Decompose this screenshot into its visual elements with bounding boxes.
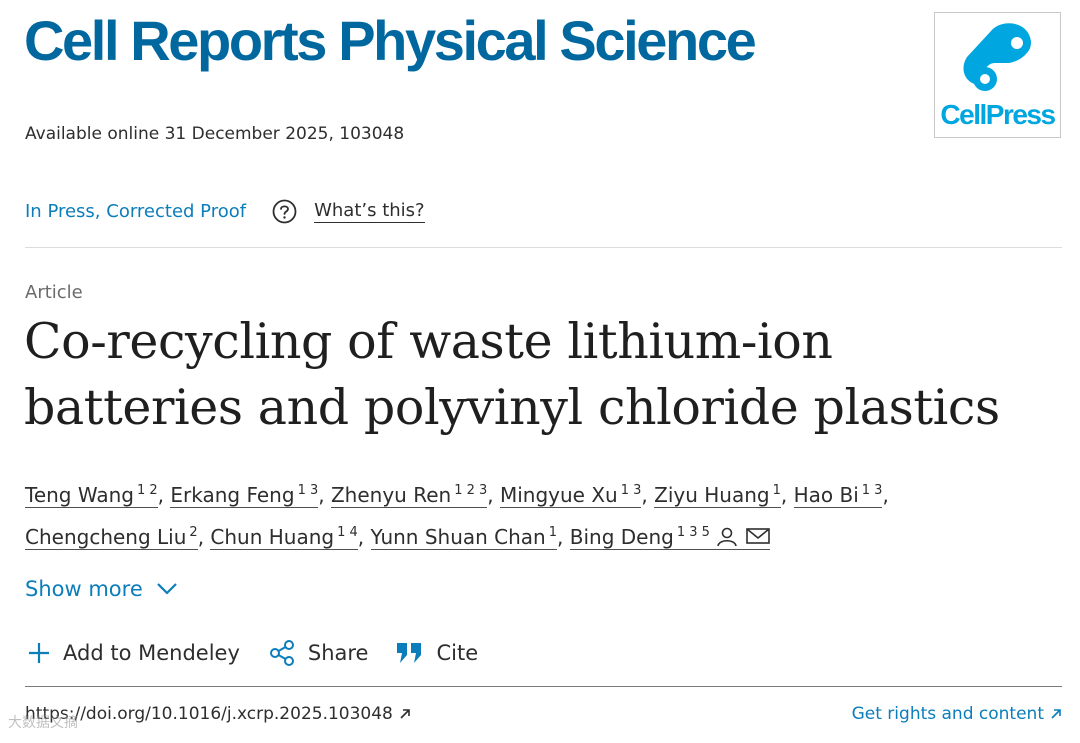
header-divider: [25, 247, 1062, 248]
cellpress-wordmark: CellPress: [940, 99, 1056, 130]
author-link[interactable]: Chengcheng Liu 2: [25, 525, 198, 550]
plus-icon: [29, 643, 49, 663]
article-title: Co-recycling of waste lithium-ion batter…: [24, 313, 1000, 436]
mendeley-label: Add to Mendeley: [63, 641, 240, 665]
question-circle-icon[interactable]: [272, 199, 297, 224]
author-link[interactable]: Mingyue Xu 1 3: [499, 483, 642, 508]
author-link[interactable]: Erkang Feng 1 3: [170, 483, 319, 508]
add-to-mendeley-button[interactable]: Add to Mendeley: [27, 641, 240, 665]
author-link[interactable]: Hao Bi 1 3: [793, 483, 883, 508]
envelope-icon: [746, 528, 770, 544]
quote-icon: [397, 643, 422, 663]
cellpress-logo[interactable]: CellPress: [934, 12, 1061, 138]
share-label: Share: [307, 641, 369, 665]
author-link[interactable]: Yunn Shuan Chan 1: [370, 525, 558, 550]
journal-title[interactable]: Cell Reports Physical Science: [24, 8, 757, 73]
article-actions: Add to Mendeley Share Cite: [27, 639, 506, 667]
corresponding-author-link[interactable]: Bing Deng 1 3 5: [569, 525, 770, 550]
cite-label: Cite: [436, 641, 479, 665]
availability-text: Available online 31 December 2025, 10304…: [25, 124, 405, 144]
external-link-arrow-icon: [400, 709, 410, 719]
chevron-down-icon: [156, 583, 177, 595]
author-link[interactable]: Zhenyu Ren 1 2 3: [330, 483, 488, 508]
status-row: In Press, Corrected Proof What’s this?: [25, 196, 425, 226]
author-link[interactable]: Chun Huang 1 4: [210, 525, 358, 550]
author-list: Teng Wang 1 2, Erkang Feng 1 3, Zhenyu Ren…: [25, 483, 889, 550]
article-type: Article: [25, 282, 83, 303]
watermark: 大数据文摘: [8, 715, 78, 731]
rights-text: Get rights and content: [851, 704, 1044, 724]
share-button[interactable]: Share: [268, 639, 369, 667]
footer-divider: [25, 686, 1062, 687]
doi-link[interactable]: https://doi.org/10.1016/j.xcrp.2025.1030…: [25, 704, 411, 724]
share-icon: [269, 640, 294, 666]
show-more-label: Show more: [25, 577, 143, 601]
show-more-button[interactable]: Show more: [25, 577, 177, 601]
doi-text: https://doi.org/10.1016/j.xcrp.2025.1030…: [25, 704, 393, 724]
author-link[interactable]: Ziyu Huang 1: [654, 483, 781, 508]
whats-this-link[interactable]: What’s this?: [314, 200, 425, 223]
author-link[interactable]: Teng Wang 1 2: [25, 483, 158, 508]
cite-button[interactable]: Cite: [396, 641, 478, 665]
cellpress-mark-icon: [963, 23, 1031, 91]
in-press-status: In Press, Corrected Proof: [25, 200, 247, 222]
person-icon: [717, 527, 737, 547]
external-link-arrow-icon: [1051, 709, 1061, 719]
get-rights-link[interactable]: Get rights and content: [852, 704, 1062, 724]
